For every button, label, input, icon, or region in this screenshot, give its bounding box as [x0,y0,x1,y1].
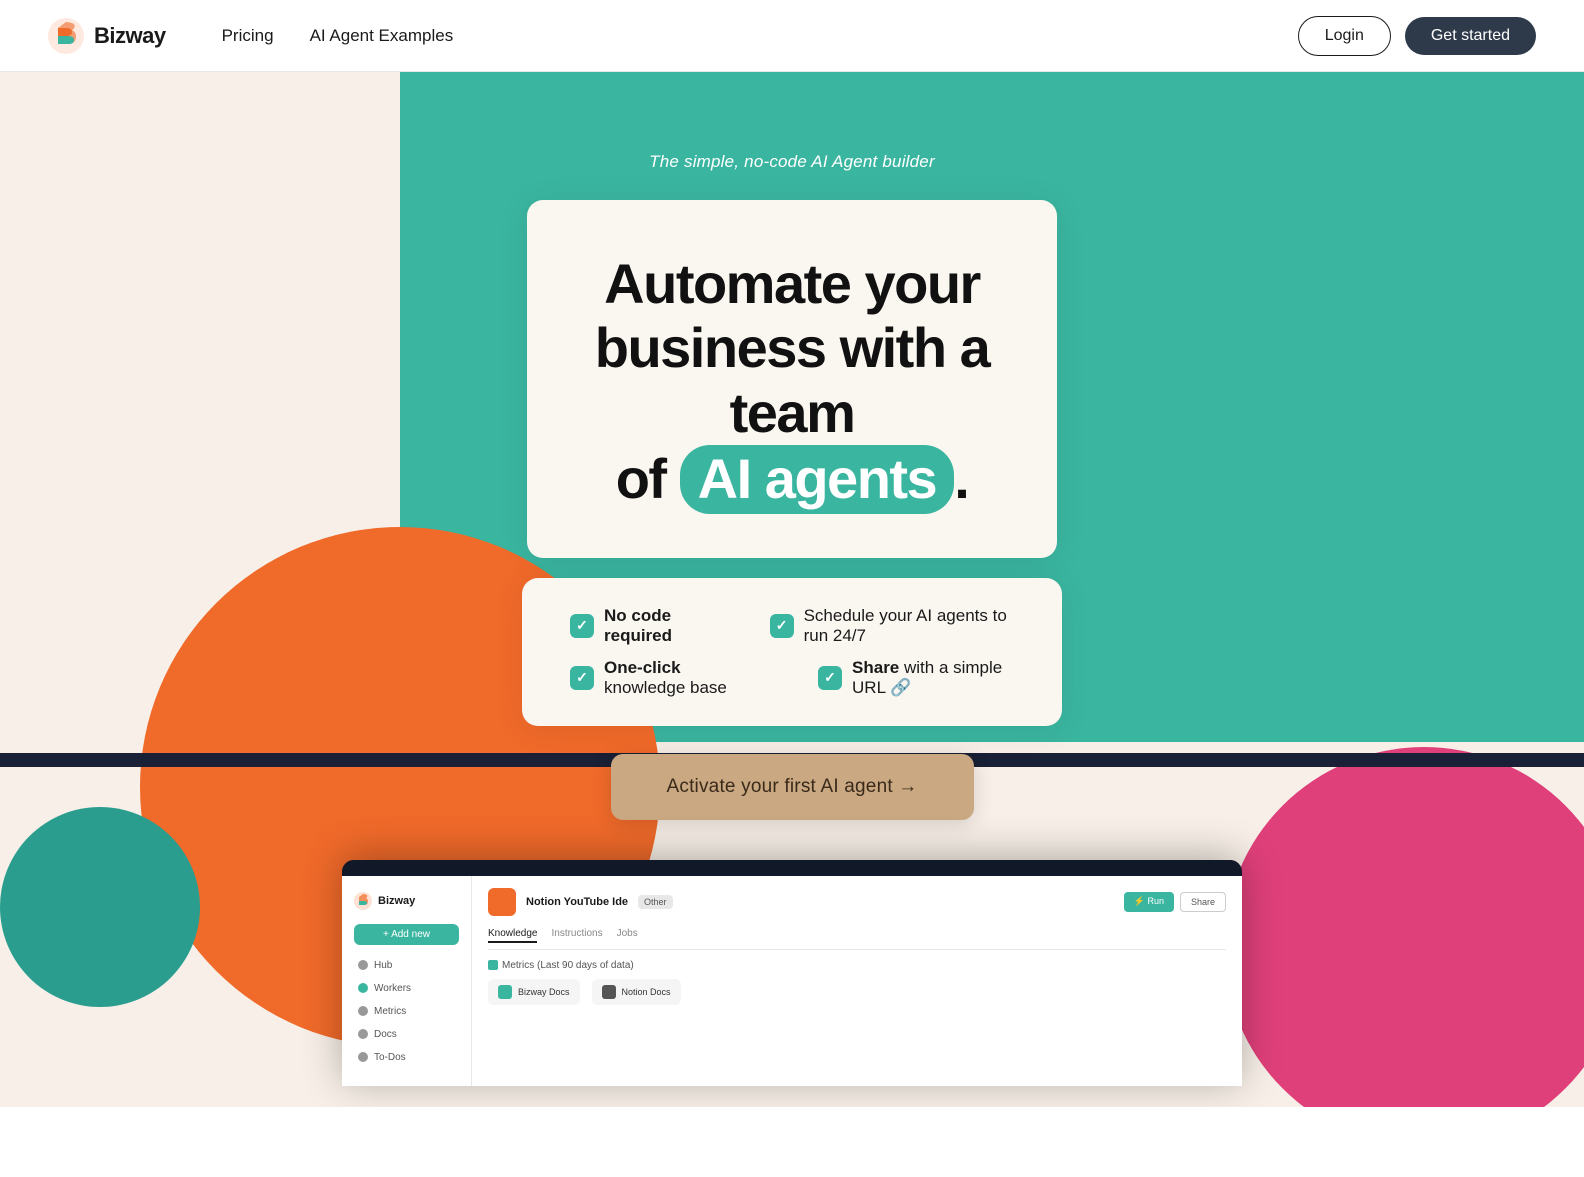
logo-text: Bizway [94,23,166,49]
hero-content: The simple, no-code AI Agent builder Aut… [0,72,1584,1086]
mockup-nav-docs[interactable]: Docs [354,1024,459,1045]
app-mockup: Bizway + Add new Hub Workers Metrics [342,860,1242,1086]
mockup-body: Bizway + Add new Hub Workers Metrics [342,876,1242,1086]
bizway-doc-icon [498,985,512,999]
mockup-doc-bizway[interactable]: Bizway Docs [488,979,580,1005]
agent-avatar [488,888,516,916]
feature-no-code-label: No code required [604,606,710,646]
feature-oneclick: One-click knowledge base [570,658,758,698]
headline-line1: Automate your [604,252,980,315]
mockup-share-btn[interactable]: Share [1180,892,1226,912]
headline-text: Automate your business with a team of AI… [587,252,997,514]
nav-links: Pricing AI Agent Examples [222,26,454,46]
headline-highlight: AI agents [680,445,955,513]
headline-line3-prefix: of [616,447,666,510]
hero-section: The simple, no-code AI Agent builder Aut… [0,72,1584,1107]
mockup-nav-todos[interactable]: To-Dos [354,1047,459,1068]
mockup-logo-text: Bizway [378,895,415,907]
get-started-button[interactable]: Get started [1405,17,1536,55]
mockup-nav-workers[interactable]: Workers [354,978,459,999]
feature-schedule: Schedule your AI agents to run 24/7 [770,606,1014,646]
feature-share: Share with a simple URL 🔗 [818,658,1014,698]
tab-jobs[interactable]: Jobs [617,926,638,943]
feature-schedule-label: Schedule your AI agents to run 24/7 [804,606,1014,646]
headline-line2: business with a team [595,316,990,443]
mockup-run-btn[interactable]: ⚡ Run [1124,892,1174,912]
headline-card: Automate your business with a team of AI… [527,200,1057,558]
check-icon-1 [570,614,594,638]
notion-doc-icon [602,985,616,999]
metrics-icon [358,1006,368,1016]
mockup-metrics-title: Metrics (Last 90 days of data) [488,960,1226,971]
mockup-topbar [342,860,1242,876]
headline-suffix: . [954,447,968,510]
agent-name: Notion YouTube Ide [526,896,628,908]
tab-knowledge[interactable]: Knowledge [488,926,537,943]
mockup-nav-hub[interactable]: Hub [354,955,459,976]
tab-instructions[interactable]: Instructions [551,926,602,943]
docs-icon [358,1029,368,1039]
check-icon-3 [570,666,594,690]
metrics-section-icon [488,960,498,970]
cta-button[interactable]: Activate your first AI agent → [611,754,974,820]
agent-tag: Other [638,895,673,909]
nav-link-pricing[interactable]: Pricing [222,26,274,46]
features-row-1: No code required Schedule your AI agents… [570,606,1014,646]
todos-icon [358,1052,368,1062]
navbar: Bizway Pricing AI Agent Examples Login G… [0,0,1584,72]
mockup-main: Notion YouTube Ide Other ⚡ Run Share Kno… [472,876,1242,1086]
login-button[interactable]: Login [1298,16,1391,56]
mockup-doc-notion[interactable]: Notion Docs [592,979,681,1005]
features-card: No code required Schedule your AI agents… [522,578,1062,726]
feature-oneclick-label: One-click knowledge base [604,658,758,698]
feature-share-label: Share with a simple URL 🔗 [852,658,1014,698]
features-row-2: One-click knowledge base Share with a si… [570,658,1014,698]
hub-icon [358,960,368,970]
logo-icon [48,18,84,54]
nav-link-ai-examples[interactable]: AI Agent Examples [310,26,454,46]
logo-link[interactable]: Bizway [48,18,166,54]
mockup-logo-icon [354,892,372,910]
mockup-docs-row: Bizway Docs Notion Docs [488,979,1226,1005]
check-icon-4 [818,666,842,690]
mockup-sidebar: Bizway + Add new Hub Workers Metrics [342,876,472,1086]
nav-actions: Login Get started [1298,16,1536,56]
mockup-logo: Bizway [354,892,459,910]
check-icon-2 [770,614,794,638]
workers-icon [358,983,368,993]
mockup-tabs: Knowledge Instructions Jobs [488,926,1226,950]
mockup-add-btn[interactable]: + Add new [354,924,459,945]
mockup-agent-header: Notion YouTube Ide Other ⚡ Run Share [488,888,1226,916]
hero-subtitle: The simple, no-code AI Agent builder [649,152,935,172]
feature-no-code: No code required [570,606,710,646]
mockup-nav-metrics[interactable]: Metrics [354,1001,459,1022]
